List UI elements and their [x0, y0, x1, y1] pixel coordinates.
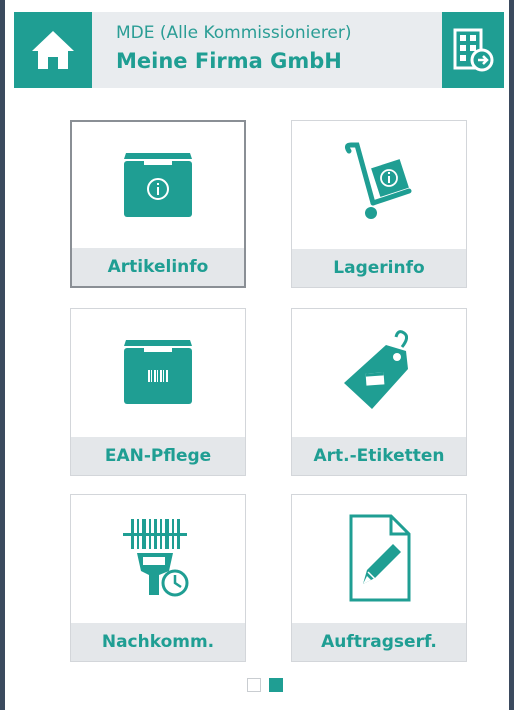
tile-label: Artikelinfo	[72, 248, 244, 286]
warehouse-switch-icon	[453, 28, 494, 72]
tile-label: EAN-Pflege	[71, 437, 245, 475]
header-subtitle: MDE (Alle Kommissionierer)	[116, 23, 352, 43]
box-barcode-icon	[124, 340, 192, 404]
tile-label: Lagerinfo	[292, 249, 466, 287]
box-info-icon	[124, 153, 192, 217]
tile-lagerinfo[interactable]: Lagerinfo	[291, 120, 467, 288]
page-dot-2[interactable]	[269, 678, 283, 692]
home-button[interactable]	[14, 12, 92, 88]
tile-label: Art.-Etiketten	[292, 437, 466, 475]
header-bar: MDE (Alle Kommissionierer) Meine Firma G…	[14, 12, 504, 88]
tile-ean-pflege[interactable]: EAN-Pflege	[70, 308, 246, 476]
home-icon	[32, 31, 74, 69]
tile-label: Auftragserf.	[292, 623, 466, 661]
tile-artikelinfo[interactable]: Artikelinfo	[70, 120, 246, 288]
price-tag-icon	[344, 330, 409, 409]
header-text: MDE (Alle Kommissionierer) Meine Firma G…	[116, 22, 352, 75]
tile-nachkomm[interactable]: Nachkomm.	[70, 494, 246, 662]
tile-art-etiketten[interactable]: Art.-Etiketten	[291, 308, 467, 476]
document-edit-icon	[349, 514, 411, 602]
tile-auftragserf[interactable]: Auftragserf.	[291, 494, 467, 662]
page-dot-1[interactable]	[247, 678, 261, 692]
tile-label: Nachkomm.	[71, 623, 245, 661]
page-indicator	[247, 678, 283, 692]
company-title: Meine Firma GmbH	[116, 49, 342, 73]
barcode-scanner-clock-icon	[123, 519, 189, 597]
handtruck-info-icon	[344, 142, 412, 219]
warehouse-switch-button[interactable]	[442, 12, 504, 88]
